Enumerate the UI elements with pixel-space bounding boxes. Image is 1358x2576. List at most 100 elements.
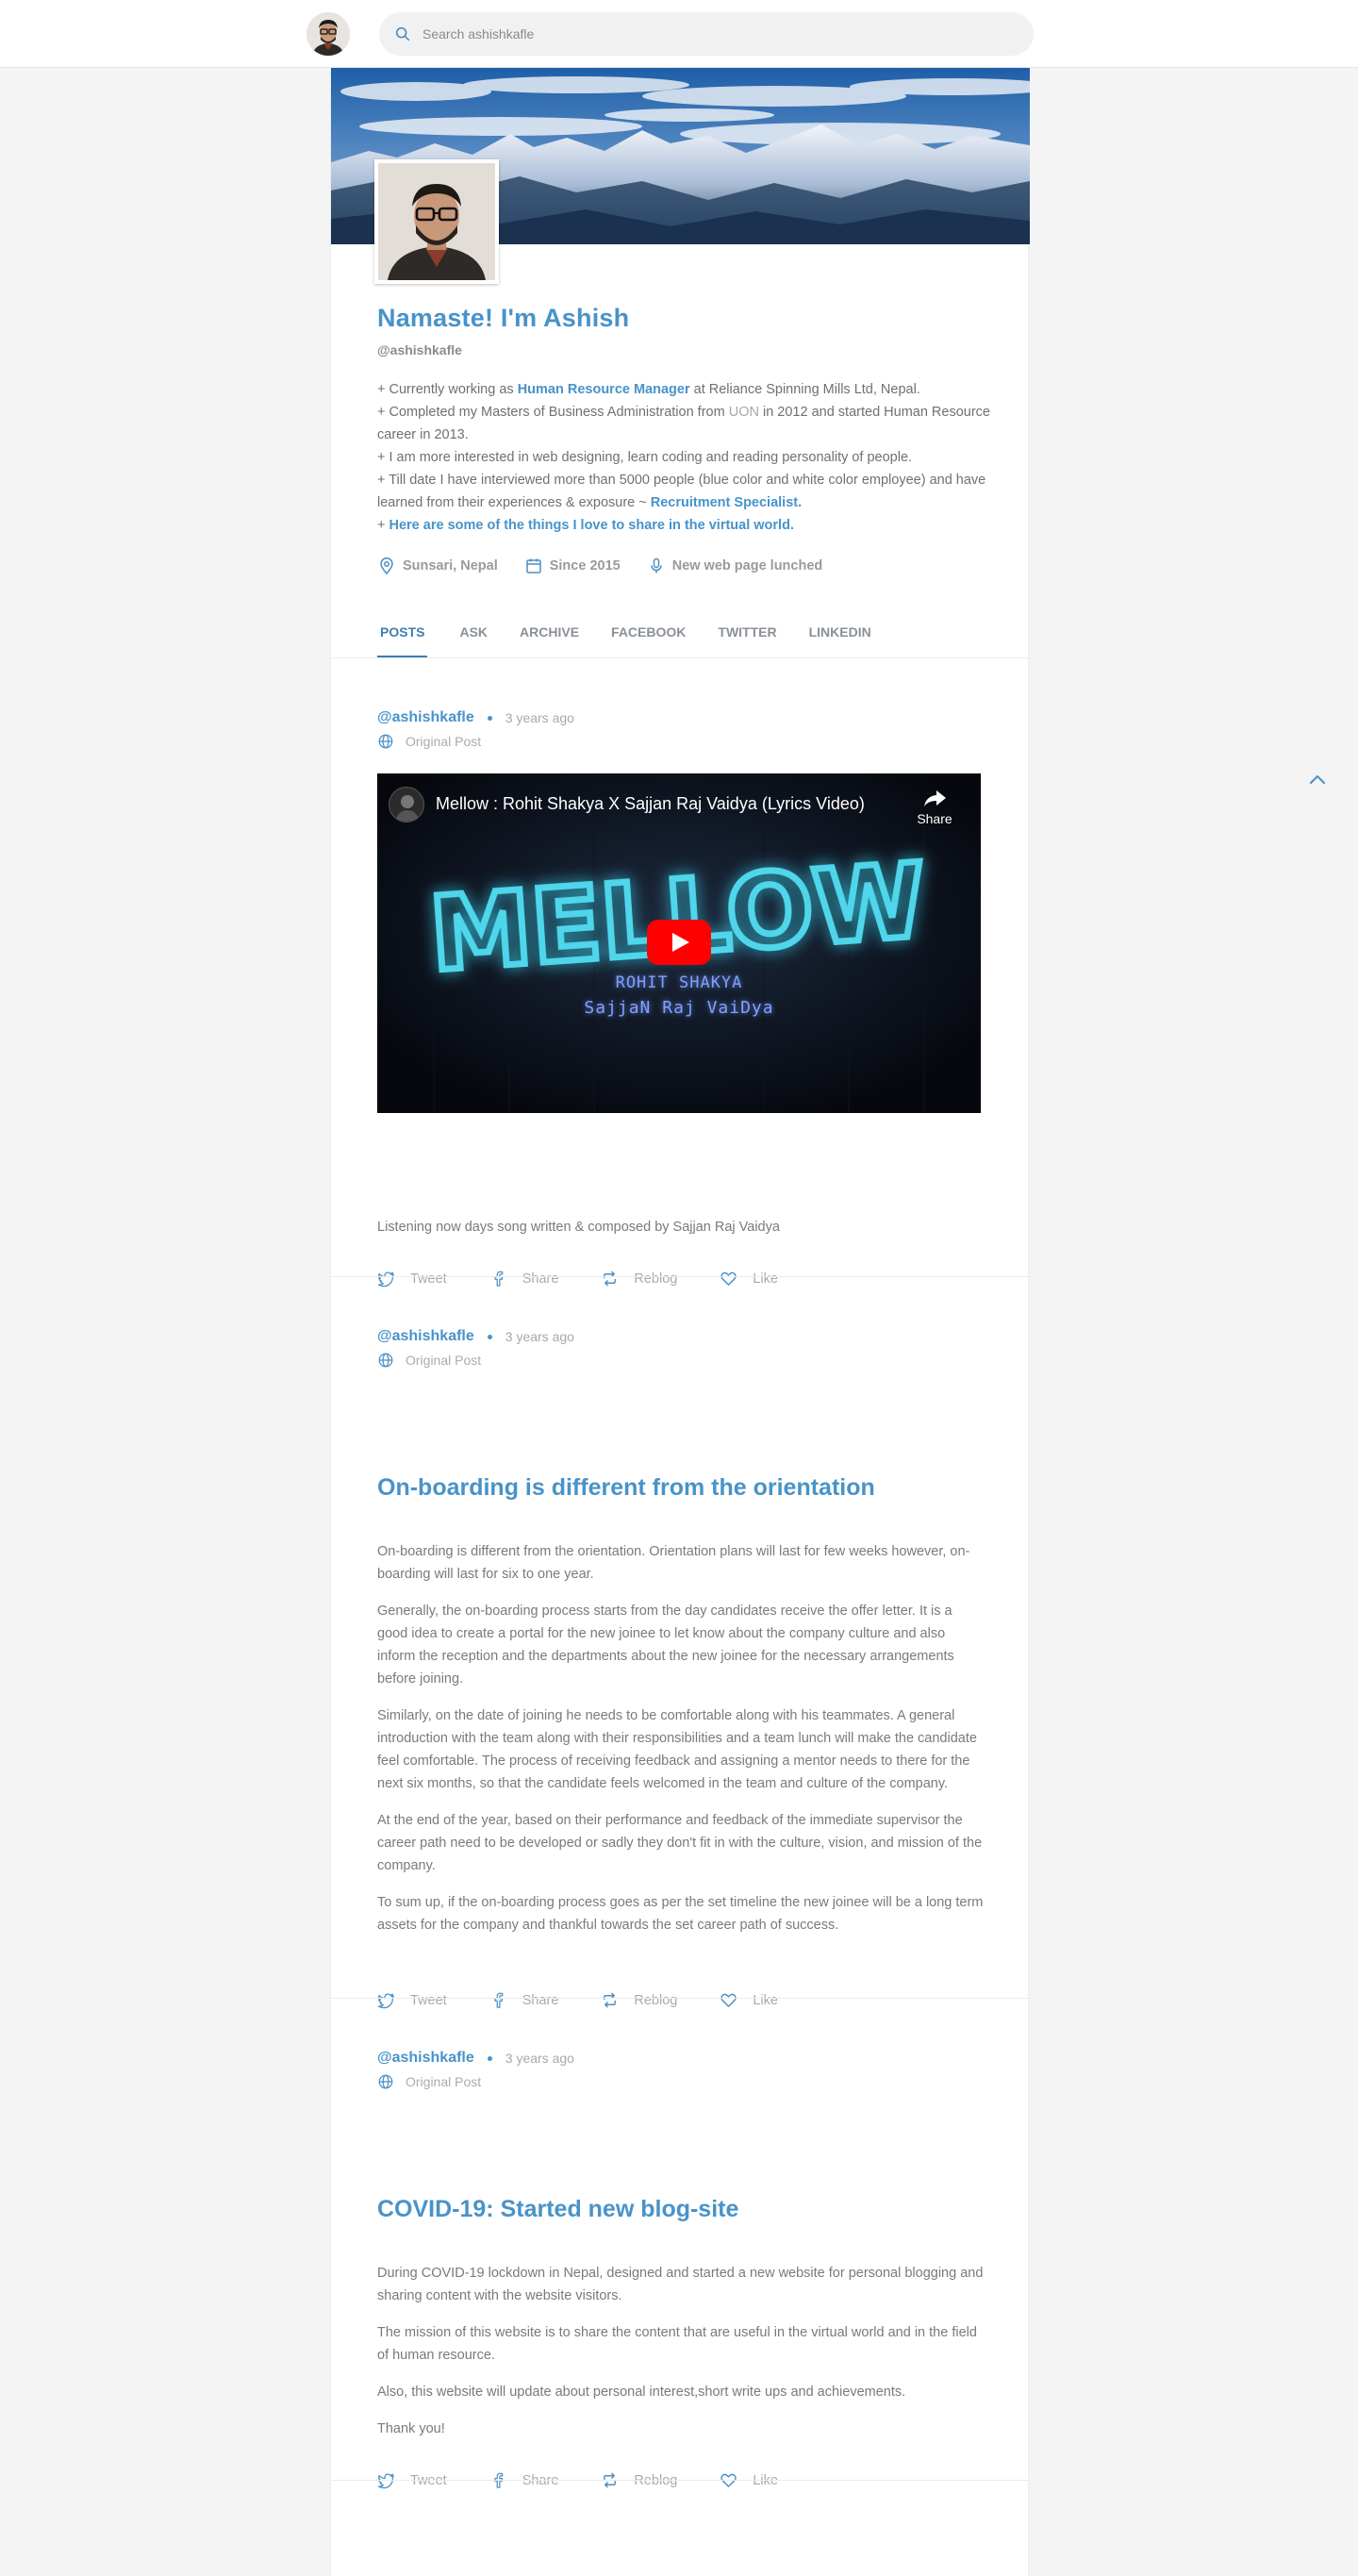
meta-since: Since 2015 xyxy=(524,557,621,575)
bio-text: + I am more interested in web designing,… xyxy=(377,450,913,465)
post-actions: Tweet Share Reblog Like xyxy=(377,1270,820,1288)
post-author[interactable]: @ashishkafle xyxy=(377,2050,474,2067)
page-title: Namaste! I'm Ashish xyxy=(377,304,630,332)
video-subtitle-line2: SajjaN Raj VaiDya xyxy=(584,998,774,1018)
facebook-share-button[interactable]: Share xyxy=(489,1270,559,1288)
video-player[interactable]: MELLOW Mellow : Rohit Shakya X Sajjan Ra… xyxy=(377,773,981,1113)
globe-icon xyxy=(378,2074,393,2089)
post-type: Original Post xyxy=(406,2074,482,2089)
post-title[interactable]: COVID-19: Started new blog-site xyxy=(377,2196,990,2223)
tab-posts[interactable]: POSTS xyxy=(377,611,428,658)
avatar[interactable] xyxy=(306,12,350,56)
reblog-button[interactable]: Reblog xyxy=(601,1991,677,2009)
separator-dot xyxy=(487,2055,492,2061)
facebook-icon xyxy=(494,1271,503,1287)
post-header: @ashishkafle 3 years ago Original Post xyxy=(377,707,574,752)
microphone-icon xyxy=(650,557,662,573)
tab-bar: POSTS ASK ARCHIVE FACEBOOK TWITTER LINKE… xyxy=(377,611,903,658)
share-arrow-icon xyxy=(924,790,946,806)
bio-link-recruitment[interactable]: Recruitment Specialist. xyxy=(651,495,802,510)
post-time[interactable]: 3 years ago xyxy=(505,710,574,725)
post-paragraph: During COVID-19 lockdown in Nepal, desig… xyxy=(377,2266,984,2303)
separator-dot xyxy=(487,715,492,721)
like-button[interactable]: Like xyxy=(720,1270,778,1288)
post-onboarding: @ashishkafle 3 years ago Original Post O… xyxy=(331,1326,1030,2015)
post-body: During COVID-19 lockdown in Nepal, desig… xyxy=(377,2262,985,2454)
post-body: On-boarding is different from the orient… xyxy=(377,1540,985,1951)
post-paragraph: At the end of the year, based on their p… xyxy=(377,1813,983,1873)
tweet-label: Tweet xyxy=(410,1992,447,2008)
share-label: Share xyxy=(522,1271,559,1287)
facebook-icon xyxy=(494,1992,503,2008)
profile-meta: Sunsari, Nepal Since 2015 New web page l… xyxy=(377,557,990,575)
search-icon xyxy=(395,26,410,42)
video-subtitle-line1: ROHIT SHAKYA xyxy=(615,973,743,992)
profile-header: Namaste! I'm Ashish @ashishkafle + Curre… xyxy=(377,304,990,575)
divider xyxy=(331,657,1030,658)
heart-icon xyxy=(720,1993,737,2007)
divider xyxy=(331,1998,1030,1999)
bio-link-uon[interactable]: UON xyxy=(729,405,759,420)
tab-linkedin[interactable]: LINKEDIN xyxy=(809,611,871,658)
post-paragraph: Also, this website will update about per… xyxy=(377,2385,906,2400)
channel-avatar[interactable] xyxy=(389,787,424,823)
post-header: @ashishkafle 3 years ago Original Post xyxy=(377,2048,574,2092)
tab-archive[interactable]: ARCHIVE xyxy=(520,611,579,658)
profile-handle[interactable]: @ashishkafle xyxy=(377,342,990,357)
tab-ask[interactable]: ASK xyxy=(459,611,488,658)
heart-icon xyxy=(720,1271,737,1286)
search-bar[interactable] xyxy=(379,12,1034,56)
bio-link-share[interactable]: Here are some of the things I love to sh… xyxy=(389,518,794,533)
post-author[interactable]: @ashishkafle xyxy=(377,1328,474,1345)
tweet-button[interactable]: Tweet xyxy=(377,1270,447,1288)
video-title[interactable]: Mellow : Rohit Shakya X Sajjan Raj Vaidy… xyxy=(436,794,865,814)
post-paragraph: To sum up, if the on-boarding process go… xyxy=(377,1895,984,1933)
separator-dot xyxy=(487,1334,492,1339)
post-paragraph: Listening now days song written & compos… xyxy=(377,1220,780,1235)
post-body: Listening now days song written & compos… xyxy=(377,1216,985,1253)
bio-link-hrm[interactable]: Human Resource Manager xyxy=(518,382,690,397)
status-text: New web page lunched xyxy=(671,558,823,573)
tweet-button[interactable]: Tweet xyxy=(377,1991,447,2009)
play-button[interactable] xyxy=(647,920,711,965)
bio-text: + Completed my Masters of Business Admin… xyxy=(377,405,729,420)
reblog-label: Reblog xyxy=(634,1271,678,1287)
post-actions: Tweet Share Reblog Like xyxy=(377,1991,820,2009)
post-header: @ashishkafle 3 years ago Original Post xyxy=(377,1326,574,1371)
profile-bio: + Currently working as Human Resource Ma… xyxy=(377,378,990,537)
calendar-icon xyxy=(525,558,541,573)
facebook-share-button[interactable]: Share xyxy=(489,1991,559,2009)
search-input[interactable] xyxy=(422,26,988,42)
chevron-up-icon xyxy=(1310,775,1325,784)
blog-column: Namaste! I'm Ashish @ashishkafle + Curre… xyxy=(330,68,1030,2576)
reblog-icon xyxy=(604,1271,617,1287)
post-time[interactable]: 3 years ago xyxy=(505,2051,574,2066)
profile-photo xyxy=(374,159,499,284)
post-author[interactable]: @ashishkafle xyxy=(377,709,474,726)
post-type: Original Post xyxy=(406,734,482,749)
reblog-button[interactable]: Reblog xyxy=(601,1270,677,1288)
twitter-bird-icon xyxy=(377,1993,394,2009)
share-label: Share xyxy=(522,1992,559,2008)
meta-status: New web page lunched xyxy=(647,557,823,575)
reblog-icon xyxy=(604,1992,617,2008)
bio-text: + xyxy=(377,518,389,533)
globe-icon xyxy=(378,734,393,749)
post-title[interactable]: On-boarding is different from the orient… xyxy=(377,1474,990,1502)
reblog-label: Reblog xyxy=(634,1992,678,2008)
post-paragraph: The mission of this website is to share … xyxy=(377,2325,977,2363)
video-share-button[interactable]: Share xyxy=(913,787,956,826)
tab-twitter[interactable]: TWITTER xyxy=(718,611,776,658)
video-share-label: Share xyxy=(917,811,952,826)
location-pin-icon xyxy=(380,557,393,575)
post-paragraph: Similarly, on the date of joining he nee… xyxy=(377,1708,977,1791)
twitter-bird-icon xyxy=(377,1271,394,1288)
post-paragraph: Generally, the on-boarding process start… xyxy=(377,1604,954,1687)
post-time[interactable]: 3 years ago xyxy=(505,1329,574,1344)
tab-facebook[interactable]: FACEBOOK xyxy=(611,611,686,658)
location-text: Sunsari, Nepal xyxy=(403,558,498,573)
scroll-to-top-button[interactable] xyxy=(1306,769,1329,791)
meta-location: Sunsari, Nepal xyxy=(377,557,498,575)
like-button[interactable]: Like xyxy=(720,1991,778,2009)
divider xyxy=(331,1276,1030,1277)
